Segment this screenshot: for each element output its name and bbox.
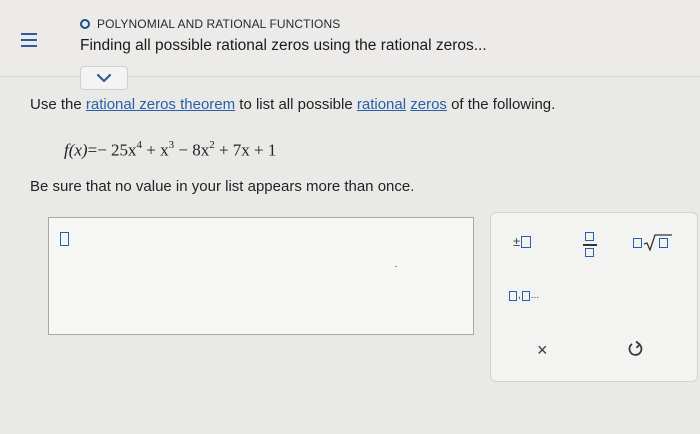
rational-zeros-theorem-link[interactable]: rational zeros theorem	[86, 96, 235, 113]
hamburger-menu-icon[interactable]	[17, 30, 41, 50]
list-box1-icon	[509, 291, 517, 301]
chevron-down-icon	[97, 73, 111, 82]
expand-toggle-button[interactable]	[80, 66, 128, 90]
radical-icon	[643, 234, 672, 251]
numerator-box-icon	[585, 232, 594, 241]
list-separator: ,	[518, 290, 521, 301]
formula-exp2: 3	[168, 139, 175, 151]
formula-exp1: 4	[136, 139, 143, 151]
formula-term3: − 8x	[174, 140, 210, 160]
undo-icon	[628, 340, 643, 356]
input-mark	[395, 266, 397, 267]
plus-minus-button[interactable]: ±	[513, 234, 532, 249]
question-text: Use the rational zeros theorem to list a…	[30, 96, 555, 113]
instruction-note: Be sure that no value in your list appea…	[30, 178, 415, 195]
clear-button[interactable]: ×	[537, 340, 548, 361]
page-title: Finding all possible rational zeros usin…	[80, 37, 487, 54]
formula-exp3: 2	[209, 139, 215, 151]
math-keypad: ± , ... ×	[490, 212, 698, 382]
denominator-box-icon	[585, 248, 594, 257]
question-suffix: of the following.	[446, 96, 556, 113]
undo-button[interactable]	[627, 340, 645, 363]
zeros-link[interactable]: zeros	[410, 96, 447, 113]
placeholder-box-icon	[521, 235, 532, 248]
topic-label: POLYNOMIAL AND RATIONAL FUNCTIONS	[97, 17, 341, 31]
list-box2-icon	[521, 291, 530, 301]
list-ellipsis: ...	[530, 290, 540, 301]
rational-link[interactable]: rational	[357, 96, 406, 113]
topic-row: POLYNOMIAL AND RATIONAL FUNCTIONS	[80, 15, 340, 33]
input-placeholder-box	[60, 232, 69, 246]
nth-root-button[interactable]	[633, 233, 675, 251]
formula-term2: + x	[142, 140, 169, 160]
plus-minus-symbol: ±	[513, 234, 521, 249]
formula-eq: =	[87, 140, 98, 160]
question-prefix: Use the	[30, 96, 86, 113]
root-index-box-icon	[633, 238, 642, 248]
polynomial-formula: f(x)=− 25x4 + x3 − 8x2 + 7x + 1	[64, 139, 277, 161]
answer-input[interactable]	[48, 217, 474, 335]
formula-term1: − 25x	[97, 140, 137, 160]
question-mid1: to list all possible	[235, 96, 357, 113]
fraction-bar-icon	[583, 244, 597, 246]
circle-status-icon	[80, 19, 90, 29]
formula-term4: + 7x + 1	[214, 140, 277, 160]
fraction-button[interactable]	[583, 230, 597, 260]
formula-lhs: f(x)	[64, 140, 88, 160]
list-button[interactable]: , ...	[509, 291, 539, 301]
radicand-box-icon	[659, 238, 668, 248]
